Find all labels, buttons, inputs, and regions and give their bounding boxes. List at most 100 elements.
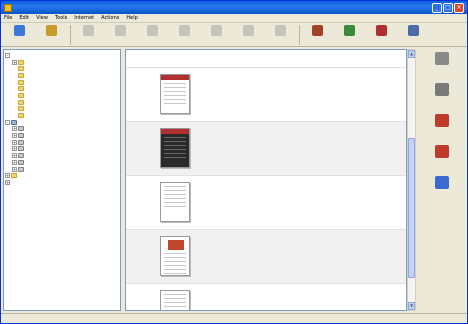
scroll-thumb[interactable]: [408, 138, 415, 278]
result-row[interactable]: [126, 230, 406, 284]
tree-expander[interactable]: -: [5, 119, 10, 125]
print-icon: [83, 25, 94, 36]
result-row[interactable]: [126, 176, 406, 230]
tree-item[interactable]: [5, 99, 119, 106]
tree-item[interactable]: [5, 65, 119, 72]
result-row-partial[interactable]: [126, 50, 406, 68]
tree-expander[interactable]: -: [5, 52, 10, 58]
menu-item[interactable]: File: [4, 15, 12, 21]
action-button[interactable]: [418, 49, 466, 79]
document-thumbnail[interactable]: [160, 182, 190, 222]
thumbnail-header: [161, 129, 189, 134]
minimize-button[interactable]: _: [432, 2, 442, 13]
tree-expander[interactable]: +: [12, 59, 17, 65]
thumbnail-text-line: [164, 141, 186, 142]
scroll-up-button[interactable]: ▲: [408, 50, 415, 58]
document-thumbnail[interactable]: [160, 290, 190, 311]
toolbar-separator: [70, 25, 71, 45]
actions-panel: [418, 49, 466, 311]
menu-item[interactable]: View: [36, 15, 48, 21]
tree-expander[interactable]: +: [12, 153, 17, 159]
toolbar-button[interactable]: [334, 25, 365, 45]
tree-expander[interactable]: +: [12, 146, 17, 152]
tree-item[interactable]: +: [5, 132, 119, 139]
thumbnail-text-line: [164, 186, 186, 187]
drive-icon: [18, 133, 24, 139]
desktop-icon: [312, 25, 323, 36]
menu-item[interactable]: Tools: [55, 15, 67, 21]
drive-icon: [18, 146, 24, 152]
folder-tree[interactable]: - + - + + + + + + + + +: [3, 49, 121, 311]
thumbnail-text-line: [164, 103, 186, 104]
action-button[interactable]: [418, 80, 466, 110]
action-button[interactable]: [418, 142, 466, 172]
menu-bar: File Edit View Tools Internet Actions Help: [1, 14, 467, 23]
tree-item[interactable]: +: [5, 172, 119, 179]
maximize-button[interactable]: □: [443, 2, 453, 13]
tree-expander[interactable]: +: [5, 173, 10, 179]
toolbar-button[interactable]: [302, 25, 333, 45]
thumbnail-text-line: [164, 310, 186, 311]
desktop-icon: [11, 180, 17, 185]
tree-expander[interactable]: +: [12, 126, 17, 132]
drive-icon: [18, 153, 24, 159]
tree-expander[interactable]: +: [5, 179, 10, 185]
tree-item[interactable]: [5, 92, 119, 99]
thumbnail-image: [168, 240, 184, 250]
tree-item[interactable]: +: [5, 166, 119, 173]
tree-item[interactable]: -: [5, 119, 119, 126]
action-button[interactable]: [418, 111, 466, 141]
folder-icon: [18, 72, 24, 78]
tree-expander[interactable]: +: [12, 139, 17, 145]
thumbnail-text-line: [164, 157, 186, 158]
menu-item[interactable]: Help: [126, 15, 137, 21]
tree-item[interactable]: -: [5, 52, 119, 59]
action-button[interactable]: [418, 173, 466, 203]
search-results-list: [125, 49, 407, 311]
tree-expander[interactable]: +: [12, 133, 17, 139]
folder-icon: [18, 92, 24, 98]
results-scrollbar[interactable]: ▲ ▼: [407, 49, 416, 311]
toolbar-button[interactable]: [4, 25, 35, 45]
folder-icon: [18, 99, 24, 105]
toolbar-button: [73, 25, 104, 45]
tree-item[interactable]: [5, 79, 119, 86]
result-row[interactable]: [126, 122, 406, 176]
tree-item[interactable]: +: [5, 146, 119, 153]
result-row[interactable]: [126, 284, 406, 311]
tree-item[interactable]: [5, 106, 119, 113]
tree-item[interactable]: [5, 85, 119, 92]
document-thumbnail[interactable]: [160, 74, 190, 114]
document-thumbnail[interactable]: [160, 236, 190, 276]
tree-item[interactable]: [5, 112, 119, 119]
tree-item[interactable]: +: [5, 59, 119, 66]
preview-icon: [115, 25, 126, 36]
toolbar-button[interactable]: [36, 25, 67, 45]
copy-icon: [147, 25, 158, 36]
tree-expander[interactable]: +: [12, 159, 17, 165]
result-row[interactable]: [126, 68, 406, 122]
title-bar[interactable]: _ □ ×: [1, 1, 467, 14]
folder-icon: [18, 106, 24, 112]
folder-icon: [18, 113, 24, 119]
menu-item[interactable]: Actions: [101, 15, 119, 21]
menu-item[interactable]: Internet: [74, 15, 94, 21]
tree-item[interactable]: +: [5, 159, 119, 166]
scroll-down-button[interactable]: ▼: [408, 302, 415, 310]
thumbnail-header: [161, 75, 189, 80]
toolbar-button[interactable]: [398, 25, 429, 45]
open-icon: [46, 25, 57, 36]
tree-item[interactable]: [5, 72, 119, 79]
thumbnail-text-line: [164, 253, 186, 254]
folder-icon: [18, 79, 24, 85]
tree-item[interactable]: +: [5, 179, 119, 186]
document-thumbnail[interactable]: [160, 128, 190, 168]
close-button[interactable]: ×: [454, 2, 464, 13]
menu-item[interactable]: Edit: [19, 15, 29, 21]
toolbar-button[interactable]: [366, 25, 397, 45]
tree-item[interactable]: +: [5, 152, 119, 159]
tree-item[interactable]: +: [5, 139, 119, 146]
tree-item[interactable]: +: [5, 126, 119, 133]
tree-expander[interactable]: +: [12, 166, 17, 172]
